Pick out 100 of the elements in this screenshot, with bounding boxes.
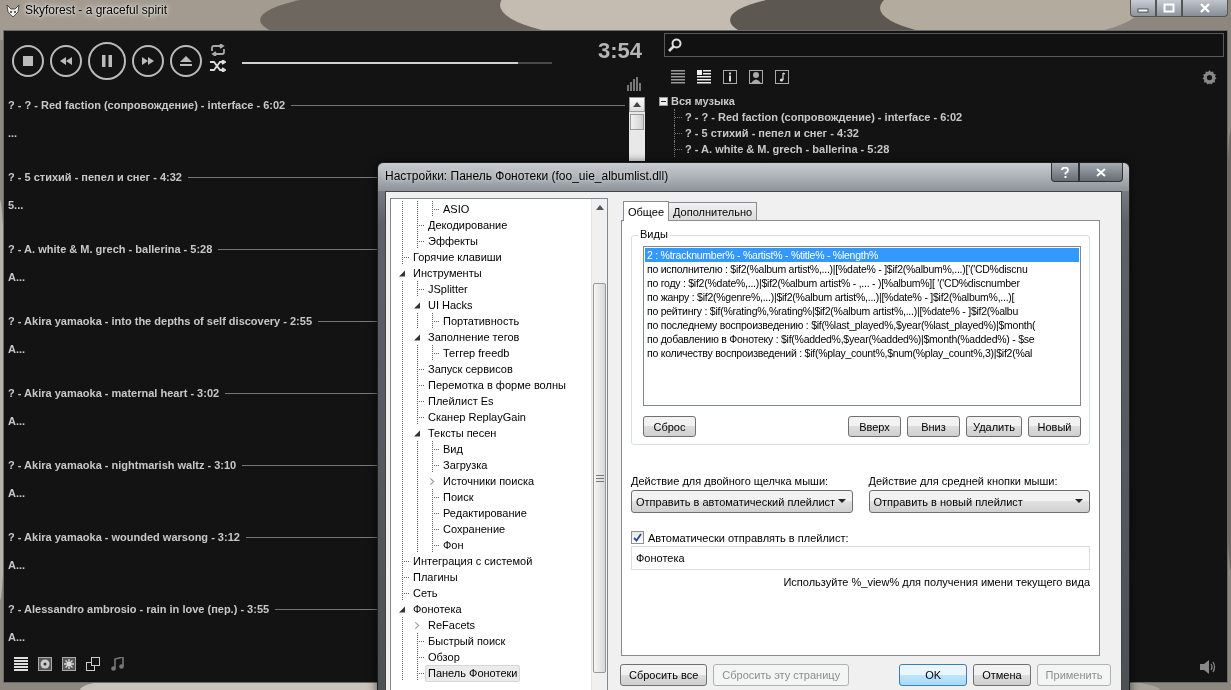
input-field[interactable]: Фонотека (631, 546, 1090, 570)
library-item[interactable]: ? - 5 стихий - пепел и снег - 4:32 (685, 127, 859, 139)
windows-icon[interactable] (86, 657, 100, 671)
track-row[interactable]: A... (8, 485, 26, 501)
list-item[interactable]: по исполнителю : $if2(%album artist%,...)|[%date% - ]$if2(%album%,...)['('CD%discnu (645, 262, 1079, 276)
tree-item[interactable]: Интеграция с системой (410, 552, 536, 570)
tree-item[interactable]: Фон (440, 536, 467, 554)
tree-item[interactable]: Панель Фонотеки (425, 664, 521, 682)
list-button[interactable]: Сброс (643, 416, 696, 437)
expanded-triangle-icon[interactable] (399, 605, 405, 613)
album-header[interactable]: ? - Akira yamaoka - into the depths of self discovery - 2:55 (4, 315, 312, 327)
library-item[interactable]: ? - A. white & M. grech - ballerina - 5:28 (685, 143, 890, 155)
tree-item[interactable]: Заполнение тегов (425, 328, 523, 346)
track-row[interactable]: ... (8, 125, 18, 141)
tree-item[interactable]: JSplitter (425, 280, 471, 298)
expanded-triangle-icon[interactable] (414, 429, 420, 437)
repeat-icon[interactable] (210, 44, 226, 56)
shuffle-icon[interactable] (210, 60, 226, 72)
track-row[interactable]: A... (8, 341, 26, 357)
scrollbar[interactable] (591, 199, 607, 690)
tree-item[interactable]: Источники поиска (440, 472, 538, 490)
tree-item[interactable]: Тексты песен (425, 424, 500, 442)
album-header[interactable]: ? - Akira yamaoka - maternal heart - 3:02 (4, 387, 220, 399)
list-item[interactable]: по году : $if2(%date%,...)|$if2(%album artist% - ,... - )[%album%][ '('CD%discnumber (645, 276, 1079, 290)
tree-item[interactable]: Запуск сервисов (425, 360, 516, 378)
tree-item[interactable]: Быстрый поиск (425, 632, 509, 650)
columns-list-icon[interactable] (697, 70, 711, 84)
disc-icon[interactable] (38, 657, 52, 671)
settings-icon[interactable] (1202, 69, 1217, 85)
track-row[interactable]: A... (8, 557, 26, 573)
tree-item[interactable]: Поиск (440, 488, 477, 506)
pause-button[interactable] (88, 42, 126, 80)
search-field[interactable] (664, 33, 1224, 57)
star-box-icon[interactable] (62, 657, 76, 671)
info-icon[interactable] (723, 70, 737, 84)
tree-item[interactable]: Плагины (410, 568, 461, 586)
expanded-triangle-icon[interactable] (399, 269, 405, 277)
speaker-icon[interactable] (1200, 660, 1216, 674)
person-icon[interactable] (749, 70, 763, 84)
track-row[interactable]: 5... (8, 197, 24, 213)
close-button[interactable] (1182, 0, 1228, 17)
tree-item[interactable]: Обзор (425, 648, 463, 666)
tab[interactable]: Общее (623, 201, 670, 221)
album-header[interactable]: ? - 5 стихий - пепел и снег - 4:32 (4, 171, 182, 183)
help-button[interactable] (1051, 163, 1079, 182)
scrollbar[interactable] (629, 97, 645, 161)
tree-item[interactable]: Теггер freedb (440, 344, 513, 362)
eject-button[interactable] (170, 45, 202, 77)
tree-item[interactable]: Перемотка в форме волны (425, 376, 569, 394)
close-button[interactable] (1079, 163, 1123, 182)
track-row[interactable]: A... (8, 413, 26, 429)
list-item[interactable]: по последнему воспроизведению : $if(%last_played%,$year(%last_played%)|$month( (645, 318, 1079, 332)
tree-item[interactable]: Плейлист Es (425, 392, 497, 410)
library-item[interactable]: ? - ? - Red faction (сопровождение) - interface - 6:02 (685, 111, 963, 123)
tree-item[interactable]: Сеть (410, 584, 441, 602)
tree-item[interactable]: Вид (440, 440, 466, 458)
album-header[interactable]: ? - Akira yamaoka - nightmarish waltz - 3:10 (4, 459, 237, 471)
list-icon[interactable] (671, 70, 685, 84)
maximize-button[interactable] (1156, 0, 1182, 17)
tree-item[interactable]: Сохранение (440, 520, 509, 538)
chevron-icon[interactable] (414, 621, 420, 629)
expanded-triangle-icon[interactable] (414, 301, 420, 309)
tree-item[interactable]: Загрузка (440, 456, 491, 474)
tree-item[interactable]: ReFacets (425, 616, 479, 634)
lyrics-icon[interactable] (775, 70, 789, 84)
expanded-triangle-icon[interactable] (414, 333, 420, 341)
tree-item[interactable]: Фонотека (410, 600, 465, 618)
track-row[interactable]: A... (8, 629, 26, 645)
checkbox[interactable] (631, 531, 644, 544)
dropdown[interactable]: Отправить в новый плейлист (868, 490, 1090, 513)
list-button[interactable]: Новый (1028, 416, 1081, 437)
tab[interactable]: Дополнительно (668, 202, 758, 220)
tree-item[interactable]: Инструменты (410, 264, 485, 282)
list-item[interactable]: по рейтингу : $if(%rating%,%rating%|$if2(%album artist%,...)|[%date% - ]$if2(%albu (645, 304, 1079, 318)
stop-button[interactable] (12, 45, 44, 77)
tree-item[interactable]: Эффекты (425, 232, 481, 250)
music-note-icon[interactable] (110, 657, 124, 671)
list-button[interactable]: Вверх (848, 416, 901, 437)
track-row[interactable]: A... (8, 269, 26, 285)
list-item[interactable]: по жанру : $if2(%genre%,...)|$if2(%album artist%,...)|[%date% - ]$if2(%album%,...)[ (645, 290, 1079, 304)
list-item[interactable]: по добавлению в Фонотеку : $if(%added%,$year(%added%)|$month(%added%) - $se (645, 332, 1079, 346)
collapse-box-icon[interactable] (659, 96, 668, 106)
list-item[interactable]: по количеству воспроизведений : $if(%play_count%,$num(%play_count%,3)|$if2(%al (645, 346, 1079, 360)
album-header[interactable]: ? - Akira yamaoka - wounded warsong - 3:12 (4, 531, 240, 543)
tree-item[interactable]: Горячие клавиши (410, 248, 505, 266)
album-header[interactable]: ? - A. white & M. grech - ballerina - 5:28 (4, 243, 213, 255)
tree-item[interactable]: Сканер ReplayGain (425, 408, 529, 426)
dialog-button[interactable]: OK (899, 664, 968, 686)
chevron-icon[interactable] (429, 477, 435, 485)
library-root[interactable]: Вся музыка (671, 95, 735, 107)
list-icon[interactable] (14, 657, 28, 671)
dialog-button[interactable]: Сбросить все (620, 664, 708, 686)
dialog-button[interactable]: Отмена (973, 664, 1031, 686)
tree-item[interactable]: Декодирование (425, 216, 511, 234)
tree-item[interactable]: ASIO (440, 200, 473, 218)
tree-item[interactable]: UI Hacks (425, 296, 476, 314)
album-header[interactable]: ? - Alessandro ambrosio - rain in love (пер.) - 3:55 (4, 603, 270, 615)
minimize-button[interactable] (1130, 0, 1156, 17)
next-button[interactable] (132, 45, 164, 77)
previous-button[interactable] (50, 45, 82, 77)
